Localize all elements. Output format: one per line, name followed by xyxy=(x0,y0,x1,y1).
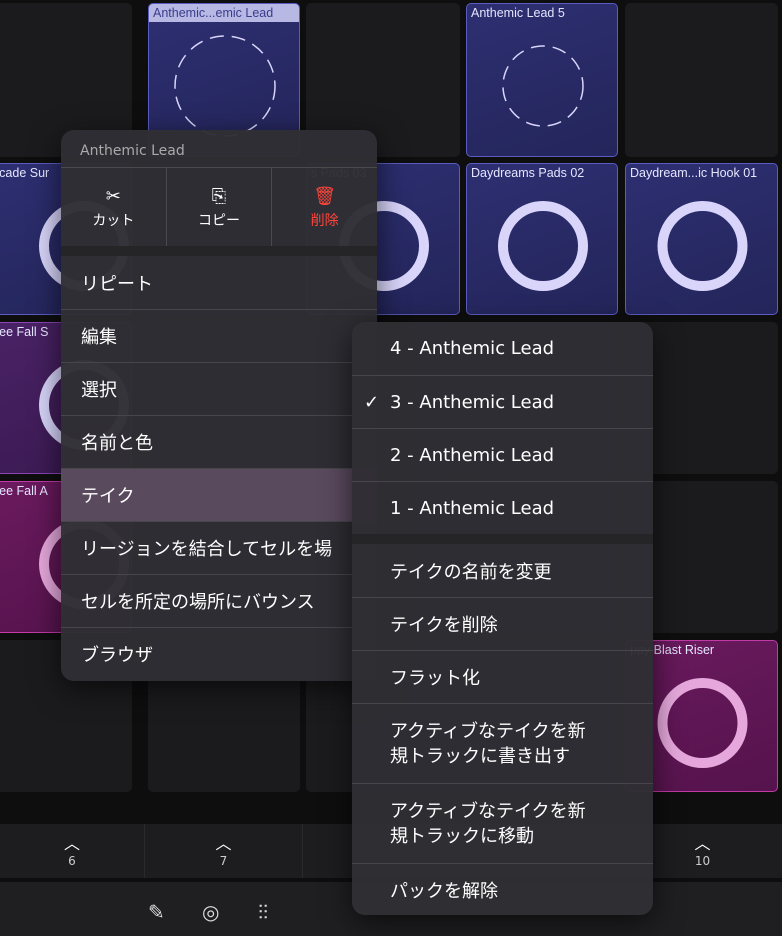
copy-icon: ⎘ xyxy=(211,186,227,207)
empty-cell[interactable] xyxy=(625,3,778,157)
menu-item[interactable]: リピート xyxy=(61,256,377,309)
pencil-icon[interactable]: ✎ xyxy=(148,900,165,924)
take-action-item[interactable]: フラット化 xyxy=(352,650,653,703)
take-item[interactable]: 4 - Anthemic Lead xyxy=(352,322,653,375)
take-label: 1 - Anthemic Lead xyxy=(390,497,555,519)
take-action-item[interactable]: テイクを削除 xyxy=(352,597,653,650)
copy-label: コピー xyxy=(198,213,240,229)
trash-icon: 🗑 xyxy=(313,186,337,207)
take-label: 4 - Anthemic Lead xyxy=(390,338,555,359)
cell-label: Daydream...ic Hook 01 xyxy=(630,166,758,180)
column-number: 10 xyxy=(694,854,711,868)
metronome-icon[interactable]: ◎ xyxy=(202,900,219,924)
take-action-item[interactable]: アクティブなテイクを新 規トラックに書き出す xyxy=(352,703,653,783)
waveform-icon xyxy=(502,45,584,127)
menu-title: Anthemic Lead xyxy=(61,130,377,168)
scissors-icon: ✂ xyxy=(105,186,121,207)
take-item[interactable]: ✓ 3 - Anthemic Lead xyxy=(352,375,653,428)
mixer-icon[interactable]: ⫶⫶ xyxy=(258,900,268,924)
column-number: 7 xyxy=(219,854,228,868)
menu-item[interactable]: テイク xyxy=(61,468,377,521)
column-number: 6 xyxy=(68,854,76,868)
line: アクティブなテイクを新 xyxy=(390,720,586,742)
chevron-up-icon: ︿ xyxy=(215,834,232,853)
delete-label: 削除 xyxy=(310,213,339,229)
loop-cell[interactable]: Anthemic Lead 5 xyxy=(466,3,618,157)
cell-label: Daydreams Pads 02 xyxy=(471,166,585,180)
take-submenu: 4 - Anthemic Lead ✓ 3 - Anthemic Lead 2 - A… xyxy=(352,322,653,915)
checkmark-icon: ✓ xyxy=(364,391,380,413)
cut-label: カット xyxy=(92,213,135,229)
waveform-icon xyxy=(498,201,588,291)
loop-cell[interactable]: Daydream...ic Hook 01 xyxy=(625,163,778,315)
take-item[interactable]: 2 - Anthemic Lead xyxy=(352,428,653,481)
menu-item[interactable]: 名前と色 xyxy=(61,415,377,468)
take-item[interactable]: 1 - Anthemic Lead xyxy=(352,481,653,534)
cut-button[interactable]: ✂ カット xyxy=(61,168,167,246)
cell-label: Anthemic Lead 5 xyxy=(471,6,565,20)
waveform-icon xyxy=(657,201,748,291)
copy-button[interactable]: ⎘ コピー xyxy=(167,168,273,246)
menu-item[interactable]: リージョンを結合してセルを場 xyxy=(61,521,377,574)
chevron-up-icon: ︿ xyxy=(63,834,80,853)
line: アクティブなテイクを新 xyxy=(390,800,586,822)
line: 規トラックに移動 xyxy=(390,825,534,847)
menu-item[interactable]: 選択 xyxy=(61,362,377,415)
menu-item[interactable]: セルを所定の場所にバウンス xyxy=(61,574,377,627)
loop-cell[interactable]: Daydreams Pads 02 xyxy=(466,163,618,315)
context-menu: Anthemic Lead ✂ カット ⎘ コピー 🗑 削除 リピート 編集 選択 名前と色… xyxy=(61,130,377,681)
menu-item[interactable]: 編集 xyxy=(61,309,377,362)
take-label: 2 - Anthemic Lead xyxy=(390,444,555,466)
column-trigger-7[interactable]: ︿ 7 xyxy=(145,824,303,878)
column-trigger-6[interactable]: ︿ 6 xyxy=(0,824,145,878)
cell-label: Anthemic...emic Lead xyxy=(149,4,299,22)
line: 規トラックに書き出す xyxy=(390,745,570,767)
delete-button[interactable]: 🗑 削除 xyxy=(272,168,377,246)
take-action-item[interactable]: アクティブなテイクを新 規トラックに移動 xyxy=(352,783,653,863)
take-action-item[interactable]: テイクの名前を変更 xyxy=(352,544,653,597)
menu-item[interactable]: ブラウザ xyxy=(61,627,377,680)
take-action-item[interactable]: パックを解除 xyxy=(352,863,653,915)
take-label: 3 - Anthemic Lead xyxy=(390,391,555,413)
